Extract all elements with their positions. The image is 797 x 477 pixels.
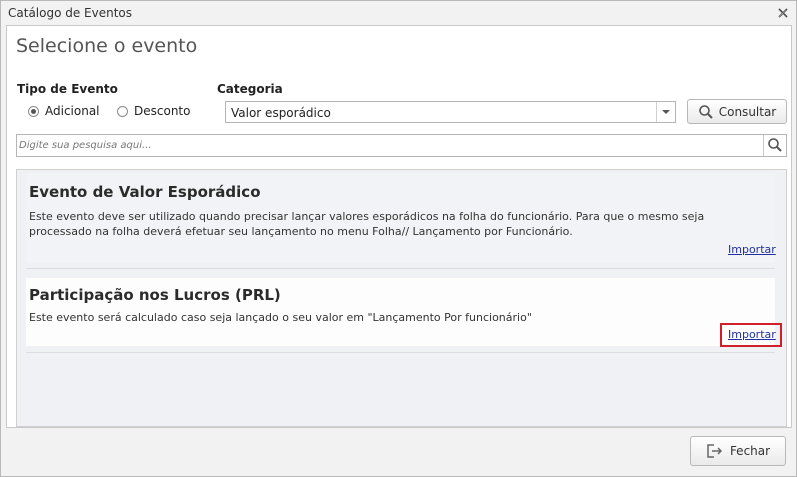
chevron-down-icon[interactable]: [656, 102, 675, 122]
categoria-select[interactable]: Valor esporádico: [225, 101, 676, 123]
highlight-box: [720, 323, 782, 347]
categoria-selected-value: Valor esporádico: [231, 106, 331, 120]
radio-adicional[interactable]: Adicional: [28, 104, 100, 118]
search-field[interactable]: [16, 134, 787, 157]
event-card: Evento de Valor Esporádico Este evento d…: [26, 173, 776, 263]
event-list: Evento de Valor Esporádico Este evento d…: [16, 169, 787, 427]
page-title: Selecione o evento: [16, 35, 198, 57]
radio-unselected-indicator: [117, 105, 128, 117]
title-bar: Catálogo de Eventos: [1, 1, 796, 25]
search-icon: [768, 138, 782, 152]
tipo-evento-label: Tipo de Evento: [17, 82, 118, 96]
search-icon: [698, 104, 713, 119]
exit-icon: [707, 444, 722, 458]
window-title: Catálogo de Eventos: [8, 6, 133, 20]
divider: [26, 352, 775, 353]
main-panel: Selecione o evento Tipo de Evento Adicio…: [6, 25, 792, 428]
consultar-button[interactable]: Consultar: [687, 99, 787, 124]
radio-desconto-label: Desconto: [134, 104, 191, 118]
consultar-label: Consultar: [718, 104, 777, 119]
radio-desconto[interactable]: Desconto: [117, 104, 190, 118]
event-card: Participação nos Lucros (PRL) Este event…: [26, 278, 782, 347]
event-title: Participação nos Lucros (PRL): [29, 286, 281, 304]
search-button[interactable]: [763, 135, 786, 156]
catalog-window: Catálogo de Eventos Selecione o evento T…: [0, 0, 797, 477]
fechar-label: Fechar: [729, 444, 771, 458]
close-icon[interactable]: [776, 6, 790, 20]
fechar-button[interactable]: Fechar: [690, 436, 786, 466]
divider: [26, 268, 775, 269]
categoria-label: Categoria: [217, 82, 283, 96]
event-description: Este evento será calculado caso seja lan…: [29, 311, 532, 324]
event-title: Evento de Valor Esporádico: [29, 183, 261, 201]
radio-adicional-label: Adicional: [45, 104, 100, 118]
importar-link[interactable]: Importar: [728, 243, 776, 256]
search-input[interactable]: [19, 137, 759, 153]
event-description: Este evento deve ser utilizado quando pr…: [29, 210, 705, 238]
radio-selected-indicator: [28, 105, 39, 117]
